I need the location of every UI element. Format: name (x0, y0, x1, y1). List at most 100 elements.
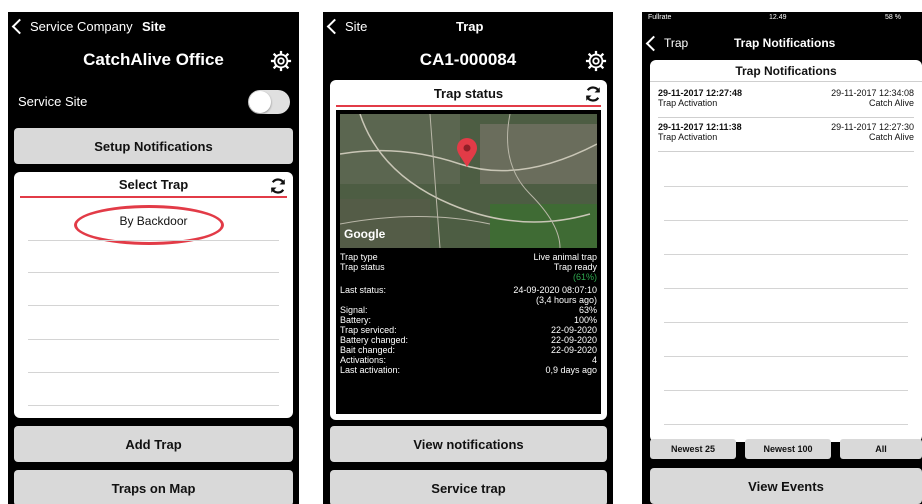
detail-row: (3,4 hours ago) (340, 295, 597, 305)
detail-label: Bait changed: (340, 345, 396, 355)
chevron-left-icon (11, 18, 28, 35)
list-divider (28, 405, 279, 406)
page-title: CA1-000084 (419, 50, 517, 69)
notifications-title: Trap Notifications (735, 64, 837, 78)
detail-row: Bait changed: 22-09-2020 (340, 345, 597, 355)
battery-label: 58 % (885, 14, 901, 21)
select-trap-title: Select Trap (118, 177, 189, 192)
view-notifications-button[interactable]: View notifications (330, 426, 607, 462)
notification-ack-by: Catch Alive (868, 98, 914, 108)
detail-value: 63% (578, 305, 597, 315)
status-panel: Google Trap type Live animal trap Trap st… (336, 110, 601, 414)
nav-bar: Site Trap (323, 12, 613, 42)
notification-type: Trap Activation (658, 132, 718, 142)
detail-row: Last activation: 0,9 days ago (340, 365, 597, 375)
detail-label: Activations: (340, 355, 387, 365)
back-button[interactable]: Trap (645, 35, 689, 51)
back-button[interactable]: Service Company (11, 18, 133, 35)
detail-value: 22-09-2020 (550, 335, 597, 345)
list-divider (664, 390, 908, 391)
detail-row: Trap type Live animal trap (340, 252, 597, 262)
notification-type: Trap Activation (658, 98, 718, 108)
detail-row: Trap status Trap ready (340, 262, 597, 272)
detail-label: Battery changed: (340, 335, 409, 345)
list-divider (28, 305, 279, 306)
filter-newest-25-button[interactable]: Newest 25 (650, 439, 736, 459)
battery-level-value: (61%) (572, 272, 597, 282)
filter-newest-100-button[interactable]: Newest 100 (745, 439, 831, 459)
notification-ack-by: Catch Alive (868, 132, 914, 142)
notification-ack-time: 29-11-2017 12:34:08 (831, 88, 914, 98)
trap-details-list: Trap type Live animal trap Trap status Tra… (340, 252, 597, 375)
detail-row: Battery: 100% (340, 315, 597, 325)
list-divider (28, 240, 279, 241)
notification-row[interactable]: 29-11-2017 12:27:48 Trap Activation 29-1… (658, 85, 914, 118)
back-button[interactable]: Site (326, 18, 368, 35)
notification-row[interactable]: 29-11-2017 12:11:38 Trap Activation 29-1… (658, 119, 914, 152)
screen-trap-notifications: Fullrate 12.49 58 % Trap Trap Notificati… (642, 12, 922, 504)
nav-title: Site (142, 19, 166, 34)
detail-label: Trap type (340, 252, 378, 262)
detail-value: 22-09-2020 (550, 345, 597, 355)
detail-value: Live animal trap (533, 252, 597, 262)
view-events-button[interactable]: View Events (650, 468, 922, 504)
detail-row: Signal: 63% (340, 305, 597, 315)
carrier-label: Fullrate (648, 14, 672, 21)
list-divider (664, 424, 908, 425)
add-trap-button[interactable]: Add Trap (14, 426, 293, 462)
detail-label: Trap status (340, 262, 385, 272)
setup-notifications-button[interactable]: Setup Notifications (14, 128, 293, 164)
toggle-knob (249, 91, 271, 113)
detail-value: 24-09-2020 08:07:10 (513, 285, 597, 295)
detail-row: Battery changed: 22-09-2020 (340, 335, 597, 345)
list-divider (28, 272, 279, 273)
detail-label: Last status: (340, 285, 387, 295)
screen-trap: Site Trap CA1-000084 Trap status Google … (323, 12, 613, 504)
refresh-icon[interactable] (584, 85, 602, 103)
notification-ack-time: 29-11-2017 12:27:30 (831, 122, 914, 132)
title-underline (20, 196, 287, 198)
list-divider (664, 186, 908, 187)
detail-value: 22-09-2020 (550, 325, 597, 335)
notifications-card: Trap Notifications 29-11-2017 12:27:48 T… (650, 60, 922, 442)
detail-label: Signal: (340, 305, 368, 315)
title-divider (650, 81, 922, 82)
list-divider (664, 254, 908, 255)
list-divider (664, 220, 908, 221)
chevron-left-icon (645, 35, 662, 51)
trap-status-card: Trap status Google Trap type Live animal… (330, 80, 607, 420)
list-divider (28, 372, 279, 373)
detail-row: Last status: 24-09-2020 08:07:10 (340, 285, 597, 295)
service-trap-button[interactable]: Service trap (330, 470, 607, 504)
back-label: Trap (664, 36, 689, 50)
notification-time: 29-11-2017 12:11:38 (658, 122, 742, 132)
nav-title: Trap Notifications (734, 36, 836, 50)
detail-value: Trap ready (553, 262, 597, 272)
notification-time: 29-11-2017 12:27:48 (658, 88, 743, 98)
list-divider (664, 356, 908, 357)
detail-label: Trap serviced: (340, 325, 397, 335)
nav-bar: Trap Trap Notifications (642, 34, 922, 54)
refresh-icon[interactable] (269, 177, 287, 195)
gear-icon[interactable] (270, 50, 292, 72)
service-site-toggle[interactable] (248, 90, 290, 114)
detail-value: 0,9 days ago (545, 365, 597, 375)
detail-label: Battery: (340, 315, 372, 325)
detail-row: (61%) (340, 272, 597, 282)
traps-on-map-button[interactable]: Traps on Map (14, 470, 293, 504)
gear-icon[interactable] (585, 50, 607, 72)
list-divider (664, 322, 908, 323)
select-trap-card: Select Trap By Backdoor (14, 172, 293, 418)
chevron-left-icon (326, 18, 343, 35)
filter-all-button[interactable]: All (840, 439, 922, 459)
detail-value: 100% (573, 315, 597, 325)
google-logo: Google (344, 227, 386, 241)
nav-title: Trap (456, 19, 484, 34)
highlight-ellipse (74, 205, 224, 245)
screen-site: Service Company Site CatchAlive Office S… (8, 12, 299, 504)
detail-value: 4 (591, 355, 597, 365)
back-label: Site (345, 19, 368, 34)
back-label: Service Company (30, 19, 133, 34)
list-divider (664, 288, 908, 289)
service-site-label: Service Site (18, 94, 88, 109)
